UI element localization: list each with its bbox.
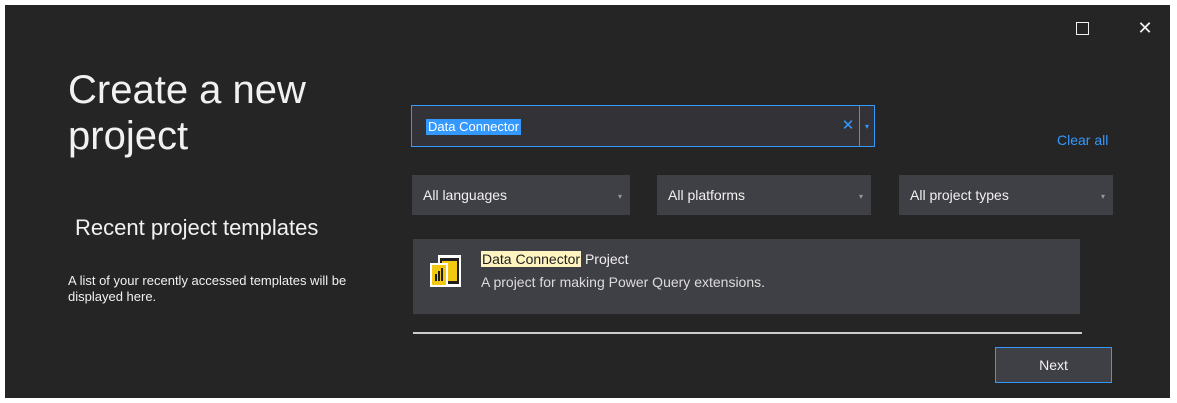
footer-divider [413,332,1082,334]
search-clear-icon[interactable]: ✕ [841,117,855,135]
chevron-down-icon: ▾ [864,121,869,131]
recent-templates-heading: Recent project templates [75,215,319,240]
recent-templates-description: A list of your recently accessed templat… [68,273,347,304]
close-button[interactable]: ✕ [1134,17,1156,39]
template-title: Data Connector Project [481,251,629,267]
language-filter[interactable]: All languages ▾ [412,175,630,215]
template-list-item[interactable]: Data Connector Project A project for mak… [413,239,1080,314]
template-description: A project for making Power Query extensi… [481,274,766,290]
maximize-icon [1075,21,1089,35]
language-filter-label: All languages [423,187,508,203]
maximize-button[interactable] [1071,17,1093,39]
template-search-box[interactable]: Data Connector ✕ ▾ [411,105,875,147]
chevron-down-icon: ▾ [1100,192,1105,201]
search-history-dropdown[interactable]: ▾ [860,106,874,146]
next-button[interactable]: Next [995,347,1112,383]
page-title: Create a new project [68,68,306,158]
chevron-down-icon: ▾ [858,192,863,201]
project-type-filter[interactable]: All project types ▾ [899,175,1113,215]
chevron-down-icon: ▾ [617,192,622,201]
platform-filter-label: All platforms [668,187,746,203]
close-icon: ✕ [1137,18,1153,38]
clear-all-link[interactable]: Clear all [1057,132,1108,148]
search-input[interactable]: Data Connector [426,119,522,135]
power-query-file-icon [430,255,461,287]
create-project-dialog: ✕ Create a new project Recent project te… [5,5,1170,398]
project-type-filter-label: All project types [910,187,1009,203]
platform-filter[interactable]: All platforms ▾ [657,175,871,215]
template-title-rest: Project [581,251,629,267]
search-match-highlight: Data Connector [481,251,582,267]
